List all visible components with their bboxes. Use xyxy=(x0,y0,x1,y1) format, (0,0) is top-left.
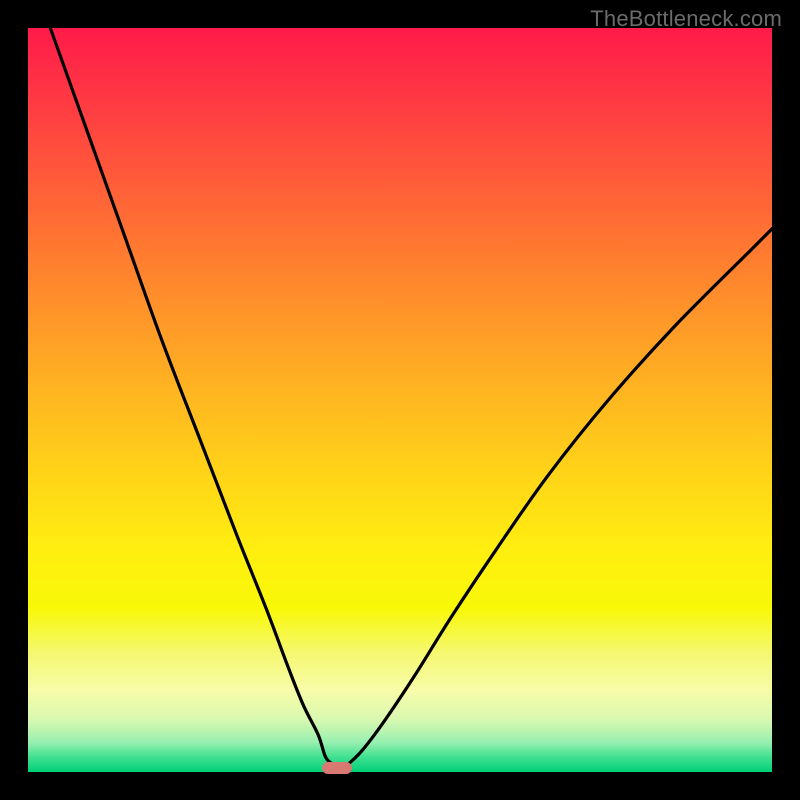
minimum-marker xyxy=(322,762,352,774)
plot-area xyxy=(28,28,772,772)
watermark-text: TheBottleneck.com xyxy=(590,6,782,32)
bottleneck-curve xyxy=(28,28,772,772)
